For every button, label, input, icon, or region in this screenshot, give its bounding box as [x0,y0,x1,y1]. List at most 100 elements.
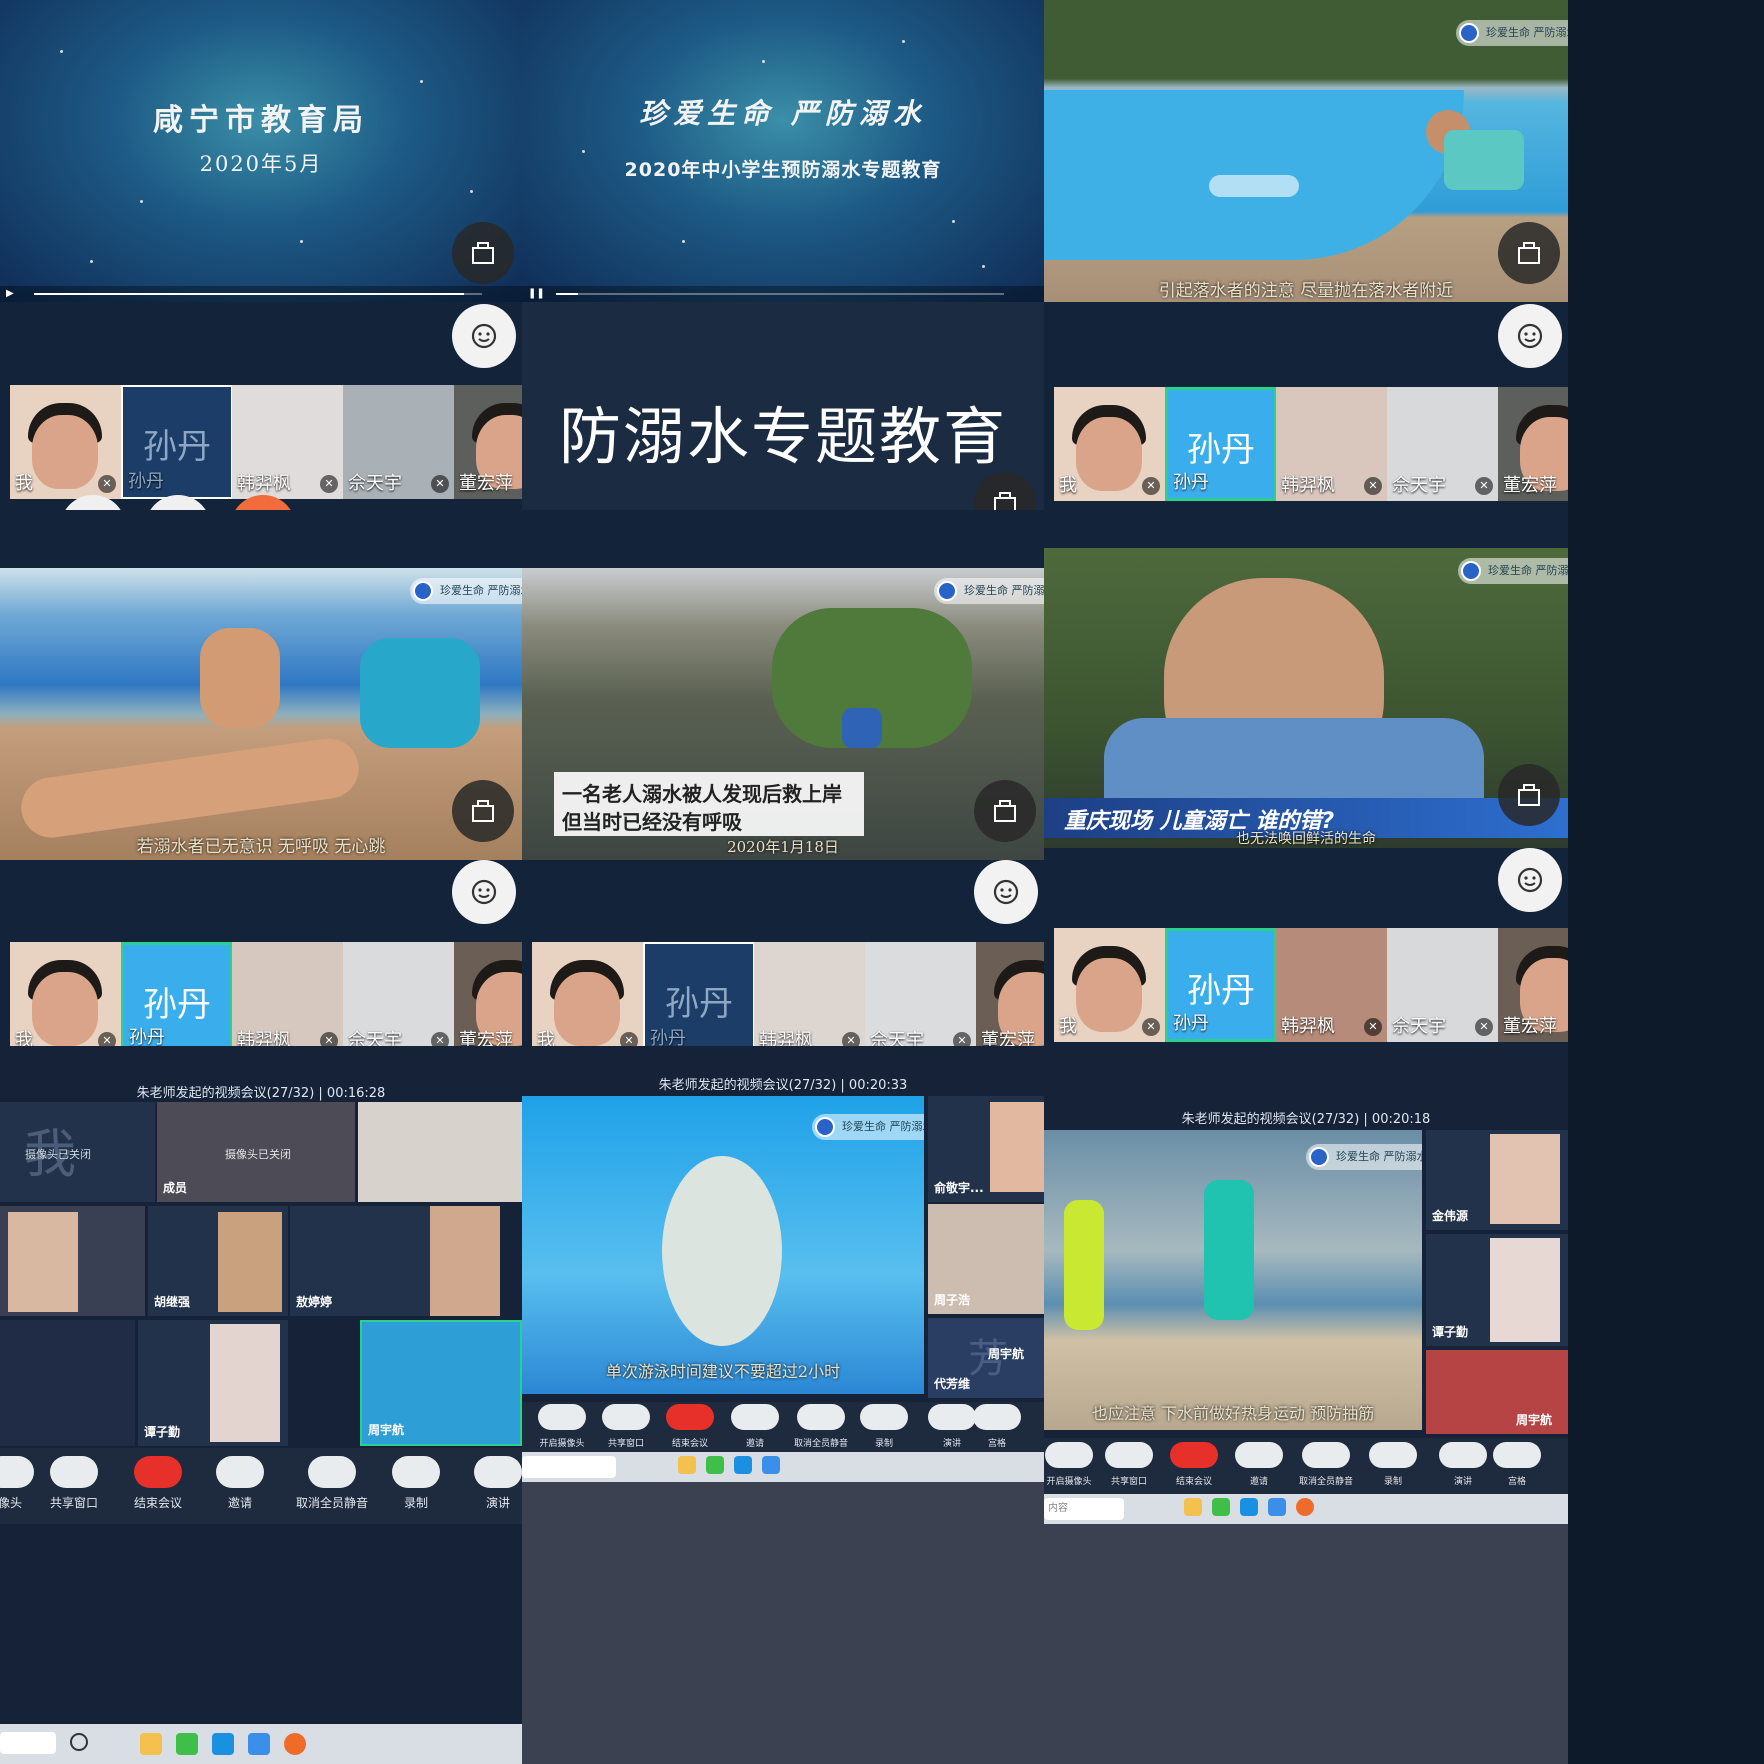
shared-video[interactable]: 珍爱生命 严防溺水 单次游泳时间建议不要超过2小时 [522,1096,924,1394]
video-progress[interactable]: ❚❚ [522,286,1044,302]
participant-she[interactable]: 佘天宇 ✕ [343,385,455,499]
tile-member[interactable]: 摄像头已关闭 成员 [157,1102,355,1202]
tile-ao[interactable]: 敖婷婷 [290,1206,500,1316]
participant-han[interactable]: 韩羿枫 ✕ [232,385,344,499]
pause-icon[interactable]: ❚❚ [528,288,545,299]
participant-she[interactable]: 佘天宇 ✕ [343,942,455,1046]
participant-dong[interactable]: 董宏萍 [454,942,522,1046]
participant-me[interactable]: 我 ✕ [10,385,122,499]
share-window-button[interactable]: 共享窗口 [44,1456,104,1511]
video-beach[interactable]: 珍爱生命 严防溺水 若溺水者已无意识 无呼吸 无心跳 [0,568,522,860]
participant-han[interactable]: 韩羿枫 ✕ [754,942,866,1046]
participant-han[interactable]: 韩羿枫 ✕ [1276,928,1388,1042]
participant-she[interactable]: 佘天宇 ✕ [1387,928,1499,1042]
tile-tan[interactable]: 谭子勤 [1426,1234,1568,1346]
tile-dai[interactable]: 芳代芳维 周宇航 [928,1318,1044,1398]
participant-dong[interactable]: 董宏萍 [454,385,522,499]
record-button[interactable]: 录制 [858,1404,910,1449]
present-button[interactable]: 演讲 [926,1404,978,1449]
participant-han[interactable]: 韩羿枫 ✕ [1276,387,1388,501]
share-screen-button[interactable] [452,780,514,842]
tile-me[interactable]: 我摄像头已关闭 [0,1102,155,1202]
shared-video[interactable]: 珍爱生命 严防溺水 也应注意 下水前做好热身运动 预防抽筋 [1044,1130,1422,1430]
present-button[interactable]: 演讲 [1438,1442,1488,1487]
end-meeting-button[interactable]: 结束会议 [662,1404,718,1449]
unmute-all-button[interactable]: 取消全员静音 [788,1404,854,1449]
record-button[interactable]: 录制 [1368,1442,1418,1487]
invite-button[interactable]: 邀请 [210,1456,270,1511]
search-box[interactable] [0,1732,56,1754]
grid-view-button[interactable]: 宫格 [1492,1442,1542,1487]
participant-han[interactable]: 韩羿枫 ✕ [232,942,344,1046]
invite-button[interactable]: 邀请 [728,1404,782,1449]
meeting-app-icon[interactable] [1268,1498,1286,1516]
tile-video[interactable] [358,1102,522,1202]
participant-sun[interactable]: 孙丹 孙丹 [1165,387,1277,501]
participant-me[interactable]: 我 ✕ [1054,928,1166,1042]
unmute-all-button[interactable]: 取消全员静音 [1294,1442,1358,1487]
video-pool[interactable]: 珍爱生命 严防溺水 引起落水者的注意 尽量抛在落水者附近 [1044,0,1568,302]
video-slide[interactable]: 咸宁市教育局 2020年5月 ▶ [0,0,522,302]
end-meeting-button[interactable]: 结束会议 [1168,1442,1220,1487]
search-box[interactable]: 内容 [1044,1498,1124,1520]
search-box[interactable] [522,1456,616,1478]
end-meeting-button[interactable]: 结束会议 [126,1456,190,1511]
participant-she[interactable]: 佘天宇 ✕ [1387,387,1499,501]
app-icon[interactable] [1296,1498,1314,1516]
folder-icon[interactable] [1184,1498,1202,1516]
tile-tan[interactable]: 谭子勤 [138,1320,288,1446]
video-river[interactable]: 珍爱生命 严防溺水 一名老人溺水被人发现后救上岸 但当时已经没有呼吸 2020年… [522,568,1044,860]
video-news[interactable]: 珍爱生命 严防溺水 重庆现场 儿童溺亡 谁的错? 也无法唤回鲜活的生命 [1044,548,1568,848]
share-window-button[interactable]: 共享窗口 [598,1404,654,1449]
participant-sun[interactable]: 孙丹 孙丹 [1165,928,1277,1042]
tile-empty[interactable] [0,1320,135,1446]
emoji-button[interactable] [974,860,1038,924]
browser-icon[interactable] [734,1456,752,1474]
share-screen-button[interactable] [452,222,514,284]
emoji-button[interactable] [452,304,516,368]
emoji-button[interactable] [452,860,516,924]
app-icon[interactable] [284,1733,306,1755]
emoji-button[interactable] [1498,304,1562,368]
emoji-button[interactable] [1498,848,1562,912]
participant-sun[interactable]: 孙丹 孙丹 [643,942,755,1046]
participant-dong[interactable]: 董宏萍 [976,942,1044,1046]
meeting-app-icon[interactable] [762,1456,780,1474]
meeting-app-icon[interactable] [248,1733,270,1755]
tile-jin[interactable]: 金伟源 [1426,1130,1568,1230]
tile-zhou[interactable]: 周宇航 [360,1320,522,1446]
share-screen-button[interactable] [1498,222,1560,284]
video-slide[interactable]: 珍爱生命 严防溺水 2020年中小学生预防溺水专题教育 ❚❚ [522,0,1044,302]
participant-she[interactable]: 佘天宇 ✕ [865,942,977,1046]
unmute-all-button[interactable]: 取消全员静音 [290,1456,374,1511]
wechat-icon[interactable] [176,1733,198,1755]
camera-button[interactable]: 开启摄像头 [1044,1442,1094,1487]
folder-icon[interactable] [678,1456,696,1474]
tile-girl[interactable] [0,1206,145,1316]
grid-view-button[interactable]: 宫格 [972,1404,1022,1449]
camera-button[interactable]: 像头 [0,1456,40,1511]
participant-dong[interactable]: 董宏萍 [1498,928,1568,1042]
share-screen-button[interactable] [1498,764,1560,826]
invite-button[interactable]: 邀请 [1234,1442,1284,1487]
share-window-button[interactable]: 共享窗口 [1104,1442,1154,1487]
video-progress[interactable]: ▶ [0,286,522,302]
participant-sun[interactable]: 孙丹 孙丹 [121,385,233,499]
camera-button[interactable]: 开启摄像头 [532,1404,592,1449]
participant-me[interactable]: 我 ✕ [1054,387,1166,501]
share-screen-button[interactable] [974,780,1036,842]
participant-sun[interactable]: 孙丹 孙丹 [121,942,233,1046]
tile-hu[interactable]: 胡继强 [148,1206,288,1316]
present-button[interactable]: 演讲 [470,1456,522,1511]
wechat-icon[interactable] [706,1456,724,1474]
tile-zhouyu[interactable]: 周宇航 [1426,1350,1568,1434]
wechat-icon[interactable] [1212,1498,1230,1516]
record-button[interactable]: 录制 [388,1456,444,1511]
tile-zhouzi[interactable]: 周子浩 [928,1204,1044,1314]
browser-icon[interactable] [1240,1498,1258,1516]
participant-me[interactable]: 我 ✕ [532,942,644,1046]
start-icon[interactable] [70,1733,88,1751]
participant-me[interactable]: 我 ✕ [10,942,122,1046]
tile-yu[interactable]: 俞敬宇... [928,1096,1044,1202]
browser-icon[interactable] [212,1733,234,1755]
